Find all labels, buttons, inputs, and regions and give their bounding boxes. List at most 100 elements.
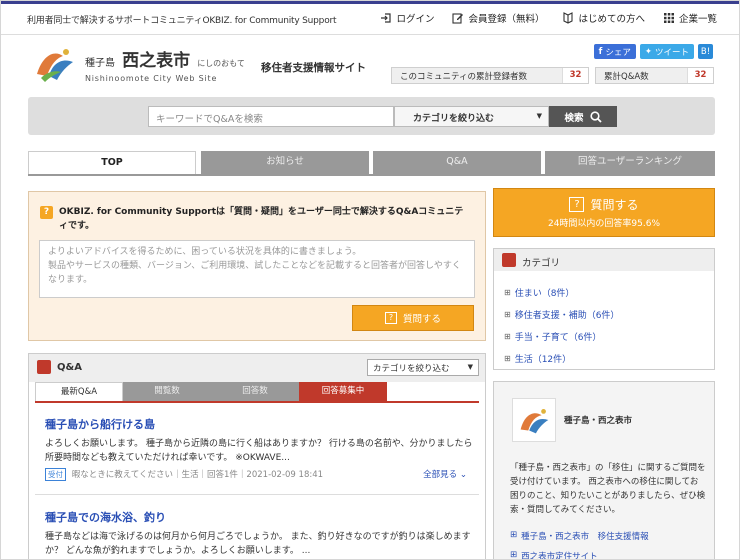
- qa-tabs: 最新Q&A 閲覧数 回答数 回答募集中: [35, 382, 387, 401]
- ask-submit-label: 質問する: [402, 314, 441, 325]
- stat-qa-label: 累計Q&A数: [604, 71, 649, 82]
- register-link[interactable]: 会員登録（無料）: [452, 11, 544, 25]
- search-category-label: カテゴリを絞り込む: [413, 114, 495, 124]
- qa-tab-latest[interactable]: 最新Q&A: [35, 382, 123, 401]
- social-share: f シェア ✦ ツイート B!: [593, 44, 713, 59]
- brand-roman: Nishinoomote City Web Site: [85, 74, 218, 83]
- qa-panel: Q&A カテゴリを絞り込む ▼ 最新Q&A 閲覧数 回答数 回答募集中 種子島か…: [28, 353, 486, 559]
- plus-box-icon: ⊞: [510, 550, 518, 560]
- facebook-icon: f: [598, 46, 603, 57]
- twitter-icon: ✦: [644, 46, 652, 57]
- show-all-link[interactable]: 全部見る ⌄: [423, 468, 467, 480]
- qa-tab-divider: [35, 401, 479, 403]
- main-tabs: TOP お知らせ Q&A 回答ユーザーランキング: [28, 151, 715, 175]
- settlement-site-link[interactable]: ⊞ 西之表市定住サイト: [510, 550, 598, 560]
- show-all-label: 全部見る: [423, 470, 458, 480]
- brand-name: 西之表市: [122, 51, 191, 71]
- beginner-icon: [563, 12, 574, 24]
- community-logo: [512, 398, 556, 442]
- community-info-panel: 種子島・西之表市 「種子島・西之表市」の「移住」に関するご質問を受け付けています…: [493, 381, 715, 560]
- login-label: ログイン: [396, 14, 435, 25]
- category-item[interactable]: ⊞ 手当・子育て（6件）: [504, 325, 704, 347]
- hatena-icon: B!: [700, 46, 711, 57]
- question-textarea[interactable]: よりよいアドバイスを得るために、困っている状況を具体的に書きましょう。 製品やサ…: [39, 240, 475, 298]
- category-item-label: 手当・子育て（6件）: [514, 332, 602, 343]
- hatena-share-button[interactable]: B!: [698, 44, 713, 59]
- status-badge: 受付: [45, 468, 66, 481]
- tab-divider: [28, 174, 715, 176]
- big-ask-sub: 24時間以内の回答率95.6%: [547, 219, 661, 229]
- chevron-down-icon: ⌄: [459, 470, 467, 480]
- settlement-site-label: 西之表市定住サイト: [521, 552, 598, 560]
- tab-news[interactable]: お知らせ: [201, 151, 369, 174]
- big-ask-label: 質問する: [590, 198, 639, 212]
- tab-qa[interactable]: Q&A: [373, 151, 541, 174]
- caret-down-icon: ▼: [467, 363, 473, 371]
- beginner-label: はじめての方へ: [578, 14, 645, 25]
- qa-separator: [35, 494, 479, 495]
- search-button[interactable]: 検索: [549, 106, 617, 127]
- qa-item-meta-text: 暇なときに教えてください｜生活｜回答1件｜2021-02-09 18:41: [71, 470, 324, 480]
- category-list: ⊞ 住まい（8件） ⊞ 移住者支援・補助（6件） ⊞ 手当・子育て（6件） ⊞ 生活（1…: [494, 271, 714, 369]
- category-item[interactable]: ⊞ 移住者支援・補助（6件）: [504, 303, 704, 325]
- twitter-share-label: ツイート: [654, 47, 689, 58]
- city-logo[interactable]: [33, 44, 77, 84]
- search-bar: キーワードでQ&Aを検索 カテゴリを絞り込む ▼ 検索: [28, 97, 715, 135]
- tab-top[interactable]: TOP: [28, 151, 196, 175]
- page: 利用者同士で解決するサポートコミュニティOKBIZ. for Community…: [0, 0, 740, 560]
- edit-icon: [452, 13, 464, 24]
- beginner-link[interactable]: はじめての方へ: [562, 11, 645, 25]
- qa-item-title[interactable]: 種子島での海水浴、釣り: [45, 509, 475, 525]
- stat-qa: 累計Q&A数 32: [595, 67, 714, 84]
- qa-item-title[interactable]: 種子島から船行ける島: [45, 416, 475, 432]
- companies-link[interactable]: 企業一覧: [663, 11, 717, 25]
- facebook-share-label: シェア: [605, 47, 631, 58]
- city-logo-icon: [520, 409, 549, 434]
- search-button-label: 検索: [564, 112, 584, 124]
- qa-tab-open[interactable]: 回答募集中: [299, 382, 387, 401]
- qa-tab-views[interactable]: 閲覧数: [123, 382, 211, 401]
- qa-tab-answers[interactable]: 回答数: [211, 382, 299, 401]
- big-ask-button[interactable]: ? 質問する 24時間以内の回答率95.6%: [493, 188, 715, 237]
- search-category-select[interactable]: カテゴリを絞り込む ▼: [394, 106, 549, 127]
- category-title: カテゴリ: [522, 258, 561, 269]
- companies-label: 企業一覧: [678, 14, 717, 25]
- qa-item: 種子島から船行ける島 よろしくお願いします。 種子島から近隣の島に行く船はありま…: [45, 416, 475, 481]
- category-item-label: 生活（12件）: [514, 354, 572, 365]
- plus-box-icon: ⊞: [504, 309, 511, 319]
- tab-ranking[interactable]: 回答ユーザーランキング: [545, 151, 715, 174]
- migration-info-link[interactable]: ⊞ 種子島・西之表市 移住支援情報: [510, 530, 649, 542]
- stat-users-value: 32: [562, 68, 588, 83]
- tagline: 利用者同士で解決するサポートコミュニティOKBIZ. for Community…: [27, 16, 337, 26]
- caret-down-icon: ▼: [536, 112, 542, 120]
- top-nav: ログイン 会員登録（無料） はじめての方へ 企業一覧: [380, 11, 717, 25]
- question-icon: ?: [384, 312, 397, 324]
- search-input[interactable]: キーワードでQ&Aを検索: [148, 106, 394, 127]
- stat-qa-value: 32: [687, 68, 713, 83]
- brand-kana: にしのおもて: [197, 59, 245, 68]
- category-item[interactable]: ⊞ 生活（12件）: [504, 347, 704, 369]
- question-placeholder: よりよいアドバイスを得るために、困っている状況を具体的に書きましょう。 製品やサ…: [48, 247, 461, 285]
- qa-header: Q&A カテゴリを絞り込む ▼: [29, 354, 485, 382]
- community-name: 種子島・西之表市: [564, 416, 633, 426]
- ask-submit-button[interactable]: ? 質問する: [352, 305, 474, 331]
- top-bar: 利用者同士で解決するサポートコミュニティOKBIZ. for Community…: [1, 1, 739, 35]
- site-header: 種子島 西之表市 にしのおもて Nishinoomote City Web Si…: [1, 36, 739, 91]
- ask-title: OKBIZ. for Community Supportは「質問・疑問」をユーザ…: [59, 207, 464, 231]
- twitter-share-button[interactable]: ✦ ツイート: [639, 44, 694, 59]
- qa-category-label: カテゴリを絞り込む: [373, 364, 450, 374]
- stat-users-label: このコミュニティの累計登録者数: [400, 71, 527, 82]
- qa-category-select[interactable]: カテゴリを絞り込む ▼: [367, 359, 479, 376]
- question-icon: ?: [40, 206, 53, 219]
- category-item[interactable]: ⊞ 住まい（8件）: [504, 281, 704, 303]
- login-link[interactable]: ログイン: [380, 11, 434, 25]
- login-icon: [381, 13, 392, 23]
- chat-icon: [37, 360, 51, 374]
- grid-icon: [663, 13, 674, 23]
- category-header: カテゴリ: [494, 249, 714, 271]
- big-ask-line: ? 質問する: [494, 196, 714, 213]
- brand: 種子島 西之表市 にしのおもて Nishinoomote City Web Si…: [85, 46, 245, 83]
- question-icon: ?: [569, 197, 585, 212]
- category-icon: [502, 253, 516, 267]
- facebook-share-button[interactable]: f シェア: [593, 44, 636, 59]
